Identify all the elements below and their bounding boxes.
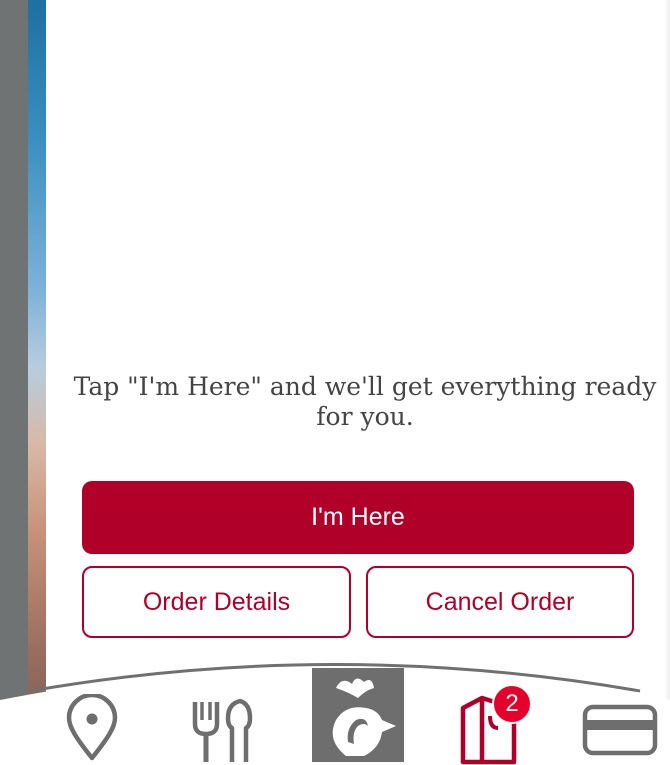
- chick-fil-a-logo-icon[interactable]: [312, 668, 404, 762]
- fork-knife-icon[interactable]: [188, 698, 258, 765]
- instruction-message: Tap "I'm Here" and we'll get everything …: [73, 372, 657, 431]
- credit-card-icon[interactable]: [582, 704, 658, 756]
- cart-count-badge: 2: [492, 684, 532, 724]
- im-here-button[interactable]: I'm Here: [82, 481, 634, 554]
- location-pin-icon[interactable]: [62, 694, 122, 764]
- cancel-order-button[interactable]: Cancel Order: [366, 566, 634, 638]
- order-details-button[interactable]: Order Details: [82, 566, 351, 638]
